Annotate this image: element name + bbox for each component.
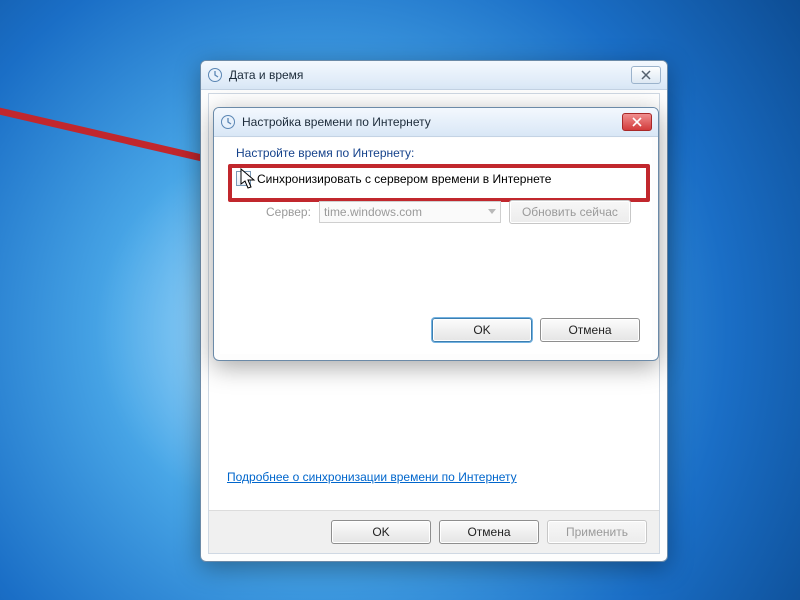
parent-cancel-button[interactable]: Отмена	[439, 520, 539, 544]
internet-time-titlebar[interactable]: Настройка времени по Интернету	[214, 108, 658, 137]
server-value: time.windows.com	[324, 205, 422, 219]
internet-time-button-bar: OK Отмена	[432, 318, 640, 342]
sync-checkbox[interactable]	[236, 171, 251, 186]
internet-time-close-button[interactable]	[622, 113, 652, 131]
server-row: Сервер: time.windows.com Обновить сейчас	[266, 200, 631, 224]
internet-time-dialog: Настройка времени по Интернету Настройте…	[213, 107, 659, 361]
parent-apply-button: Применить	[547, 520, 647, 544]
server-combo: time.windows.com	[319, 201, 501, 223]
date-time-close-button[interactable]	[631, 66, 661, 84]
date-time-title: Дата и время	[229, 68, 631, 82]
internet-time-client: Настройте время по Интернету: Синхронизи…	[220, 138, 652, 354]
date-time-titlebar[interactable]: Дата и время	[201, 61, 667, 90]
sync-checkbox-row[interactable]: Синхронизировать с сервером времени в Ин…	[236, 171, 551, 186]
sync-checkbox-label: Синхронизировать с сервером времени в Ин…	[257, 172, 551, 186]
update-now-button: Обновить сейчас	[509, 200, 631, 224]
clock-icon	[220, 114, 236, 130]
parent-ok-button[interactable]: OK	[331, 520, 431, 544]
child-cancel-button[interactable]: Отмена	[540, 318, 640, 342]
desktop-background: Дата и время Подробнее о синхронизации в…	[0, 0, 800, 600]
internet-time-title: Настройка времени по Интернету	[242, 115, 622, 129]
date-time-button-bar: OK Отмена Применить	[209, 510, 659, 553]
server-label: Сервер:	[266, 205, 311, 219]
clock-icon	[207, 67, 223, 83]
sync-help-link[interactable]: Подробнее о синхронизации времени по Инт…	[227, 470, 517, 484]
child-ok-button[interactable]: OK	[432, 318, 532, 342]
instruction-text: Настройте время по Интернету:	[236, 146, 414, 160]
